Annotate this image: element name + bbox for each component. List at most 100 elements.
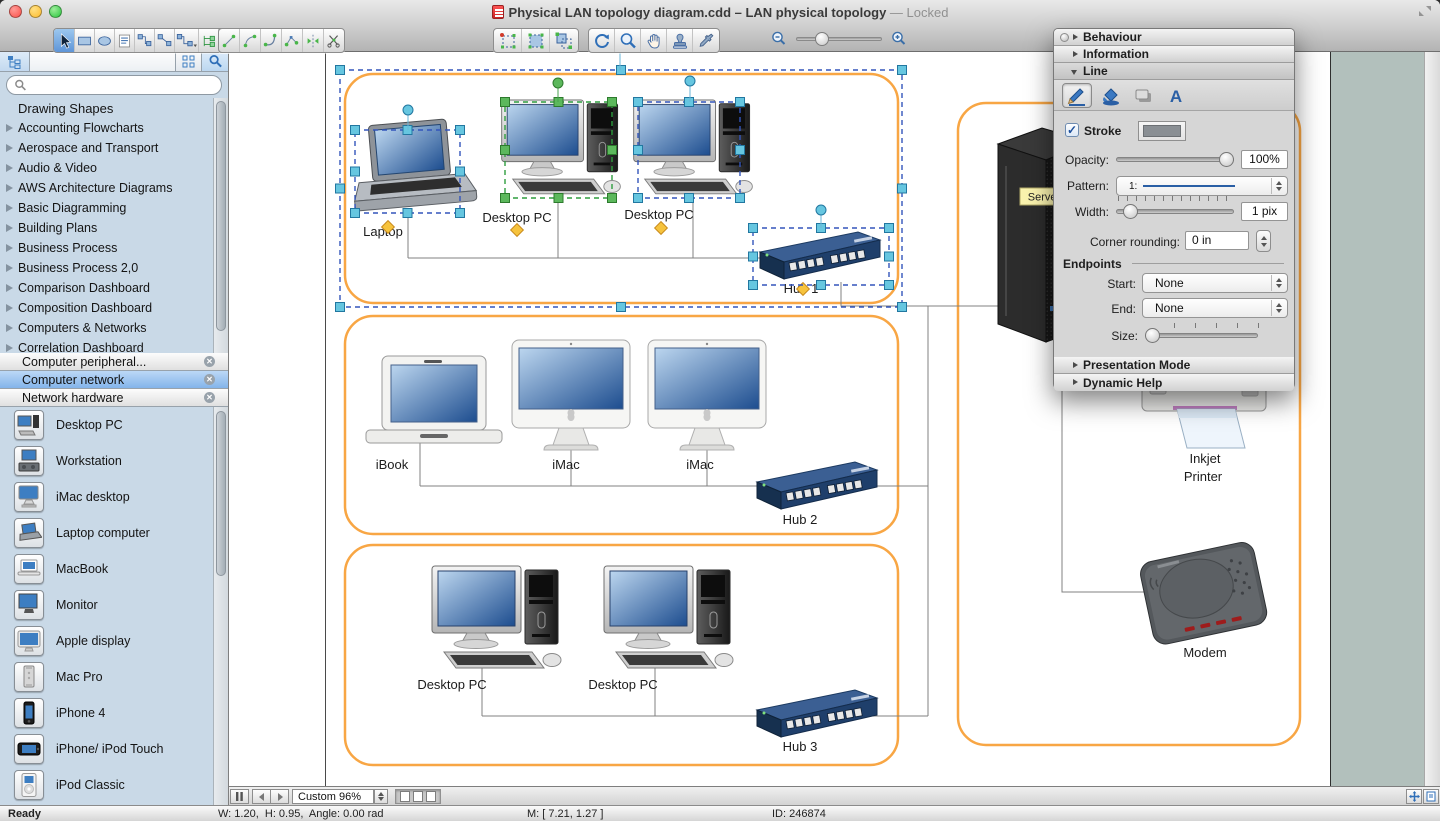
shape-item-macbook[interactable]: MacBook (0, 551, 228, 587)
stroke-style-tab[interactable] (1062, 83, 1092, 108)
shape-scroll-thumb[interactable] (216, 411, 226, 576)
pattern-select[interactable]: 1: (1116, 176, 1288, 196)
selection-handle[interactable] (501, 194, 510, 203)
stamp-tool[interactable] (667, 29, 693, 52)
pan-canvas-button[interactable] (1406, 789, 1422, 804)
category-building-plans[interactable]: Building Plans (0, 218, 228, 238)
selection-handle[interactable] (885, 252, 894, 261)
bezier-connector-tool[interactable] (175, 29, 199, 52)
category-aws-architecture[interactable]: AWS Architecture Diagrams (0, 178, 228, 198)
stepper-icon[interactable] (1271, 275, 1286, 291)
category-basic-diagramming[interactable]: Basic Diagramming (0, 198, 228, 218)
selection-handle[interactable] (634, 146, 643, 155)
zoom-tool[interactable] (615, 29, 641, 52)
category-audio-video[interactable]: Audio & Video (0, 158, 228, 178)
search-view-tab[interactable] (202, 52, 228, 71)
category-correlation-dashboard[interactable]: Correlation Dashboard (0, 338, 228, 353)
hub3-label[interactable]: Hub 3 (783, 739, 818, 754)
split-tool[interactable] (324, 29, 344, 52)
library-search-box[interactable] (6, 75, 222, 95)
shape-scrollbar[interactable] (213, 407, 228, 806)
page-button-2[interactable] (413, 791, 423, 802)
selection-handle[interactable] (817, 281, 826, 290)
selection-handle[interactable] (617, 303, 626, 312)
pause-layout-button[interactable] (230, 789, 249, 804)
zoom-out-icon[interactable] (770, 30, 788, 48)
selection-handle[interactable] (736, 146, 745, 155)
shape-item-mac-pro[interactable]: Mac Pro (0, 659, 228, 695)
selection-handle[interactable] (351, 126, 360, 135)
rotation-handle[interactable] (685, 76, 695, 86)
zoom-slider-knob[interactable] (815, 32, 829, 46)
selection-handle[interactable] (336, 303, 345, 312)
canvas-vertical-scrollbar[interactable] (1424, 52, 1440, 786)
width-slider-knob[interactable] (1123, 204, 1138, 219)
endpoint-size-slider[interactable] (1146, 333, 1258, 338)
tree-connector-tool[interactable] (199, 29, 219, 52)
ibook-label[interactable]: iBook (376, 457, 409, 472)
desktop-pc-label-3[interactable]: Desktop PC (417, 677, 486, 692)
stepper-icon[interactable] (1271, 300, 1286, 316)
stroke-color-swatch[interactable] (1138, 121, 1186, 141)
opacity-slider-knob[interactable] (1219, 152, 1234, 167)
arc-tool[interactable] (240, 29, 261, 52)
opacity-slider[interactable] (1116, 157, 1234, 162)
eyedropper-tool[interactable] (693, 29, 719, 52)
inspector-section-dynamic-help[interactable]: Dynamic Help (1054, 374, 1294, 391)
shape-item-imac-desktop[interactable]: iMac desktop (0, 479, 228, 515)
opacity-value-field[interactable]: 100% (1241, 150, 1288, 169)
library-blank-tab[interactable] (30, 52, 176, 71)
shape-item-monitor[interactable]: Monitor (0, 587, 228, 623)
fill-style-tab[interactable] (1095, 83, 1125, 108)
next-page-button[interactable] (270, 789, 289, 804)
selection-handle[interactable] (456, 167, 465, 176)
panel-dot-icon[interactable] (1060, 33, 1069, 42)
selection-handle[interactable] (634, 194, 643, 203)
fullscreen-icon[interactable] (1418, 5, 1432, 17)
corner-rounding-field[interactable]: 0 in (1185, 231, 1249, 250)
shape-item-iphone-4[interactable]: iPhone 4 (0, 695, 228, 731)
library-search-input[interactable] (32, 78, 192, 92)
width-slider[interactable] (1116, 209, 1234, 214)
selection-handle[interactable] (501, 98, 510, 107)
ibook-node[interactable] (366, 356, 502, 443)
endpoint-size-knob[interactable] (1145, 328, 1160, 343)
close-library-icon[interactable]: ✕ (204, 356, 215, 367)
curve-tool[interactable] (261, 29, 282, 52)
shadow-style-tab[interactable] (1128, 83, 1158, 108)
selection-handle[interactable] (885, 281, 894, 290)
zoom-level-stepper[interactable] (374, 789, 388, 804)
shape-item-workstation[interactable]: Workstation (0, 443, 228, 479)
rotation-handle[interactable] (553, 78, 563, 88)
hub2-label[interactable]: Hub 2 (783, 512, 818, 527)
rotation-handle[interactable] (816, 205, 826, 215)
page-overview-button[interactable] (1423, 789, 1439, 804)
category-comparison-dashboard[interactable]: Comparison Dashboard (0, 278, 228, 298)
shape-item-iphone-ipod-touch[interactable]: iPhone/ iPod Touch (0, 731, 228, 767)
tree-view-tab[interactable] (0, 52, 30, 71)
selection-handle[interactable] (456, 209, 465, 218)
category-composition-dashboard[interactable]: Composition Dashboard (0, 298, 228, 318)
corner-stepper-icon[interactable] (1256, 230, 1271, 252)
selection-handle[interactable] (617, 66, 626, 75)
selection-handle[interactable] (685, 194, 694, 203)
selection-handle[interactable] (403, 209, 412, 218)
selection-handle[interactable] (336, 184, 345, 193)
rotate-shape-tool[interactable] (494, 29, 522, 52)
selection-handle[interactable] (749, 281, 758, 290)
rotate-view-tool[interactable] (589, 29, 615, 52)
library-tab-network-hardware[interactable]: Network hardware✕ (0, 389, 228, 407)
stroke-checkbox[interactable]: ✓ (1065, 123, 1079, 137)
imac-label-2[interactable]: iMac (686, 457, 714, 472)
inspector-section-information[interactable]: Information (1054, 46, 1294, 63)
line-tool[interactable] (219, 29, 240, 52)
selection-handle[interactable] (749, 224, 758, 233)
selection-handle[interactable] (685, 98, 694, 107)
selection-handle[interactable] (336, 66, 345, 75)
selection-handle[interactable] (554, 194, 563, 203)
selection-handle[interactable] (608, 146, 617, 155)
group-tool[interactable] (522, 29, 550, 52)
text-tool[interactable] (115, 29, 135, 52)
selection-handle[interactable] (898, 66, 907, 75)
library-tab-computer-peripheral[interactable]: Computer peripheral...✕ (0, 353, 228, 371)
